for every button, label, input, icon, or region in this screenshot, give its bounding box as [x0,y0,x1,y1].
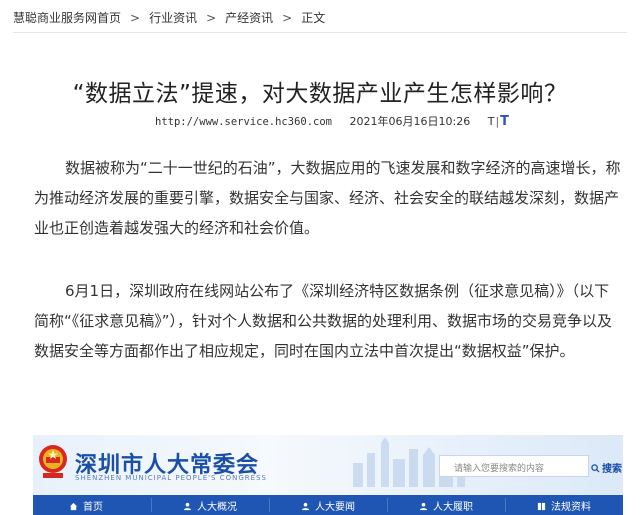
banner-subtitle: SHENZHEN MUNICIPAL PEOPLE'S CONGRESS [75,474,267,482]
home-icon [69,502,78,511]
nav-divider [505,498,506,512]
breadcrumb-separator: > [206,11,217,25]
nav-item-regulations[interactable]: 法规资料 [537,498,591,513]
font-large-button[interactable]: T [500,114,509,129]
font-small-button[interactable]: T [488,115,495,128]
header-divider [13,32,627,33]
font-size-separator: | [495,115,500,128]
breadcrumb: 慧聪商业服务网首页 > 行业资讯 > 产经资讯 > 正文 [13,9,325,26]
person-icon [183,502,192,511]
banner-search-input[interactable]: 请输入您要搜索的内容 [439,455,589,477]
nav-item-overview[interactable]: 人大概况 [183,498,237,513]
nav-divider [269,498,270,512]
article-title: “数据立法”提速，对大数据产业产生怎样影响？ [72,81,568,107]
nav-item-label: 人大履职 [433,502,473,513]
breadcrumb-economy-news-link[interactable]: 产经资讯 [225,11,273,25]
nav-item-duties[interactable]: 人大履职 [419,498,473,513]
banner-search-button[interactable]: 搜索 [591,455,622,477]
article-image-banner: 深圳市人大常委会 SHENZHEN MUNICIPAL PEOPLE'S CON… [33,435,623,515]
banner-search-label: 搜索 [602,464,622,475]
font-size-switcher: T|T [488,114,509,129]
article-meta: http://www.service.hc360.com 2021年06月16日… [155,113,509,129]
nav-item-label: 法规资料 [551,502,591,513]
source-url-link[interactable]: http://www.service.hc360.com [155,116,332,128]
breadcrumb-industry-news-link[interactable]: 行业资讯 [149,11,197,25]
search-icon [591,464,600,473]
nav-item-label: 首页 [83,502,103,513]
book-icon [537,502,546,511]
nav-item-home[interactable]: 首页 [69,498,103,513]
nav-item-label: 人大概况 [197,502,237,513]
nav-divider [387,498,388,512]
article-paragraph-2: 6月1日，深圳政府在线网站公布了《深圳经济特区数据条例（征求意见稿）》（以下简称… [34,282,613,360]
breadcrumb-current: 正文 [301,11,326,25]
national-emblem-icon [39,445,67,478]
breadcrumb-separator: > [130,11,141,25]
nav-item-news[interactable]: 人大要闻 [301,498,355,513]
article-paragraph-1: 数据被称为“二十一世纪的石油”，大数据应用的飞速发展和数字经济的高速增长，称为推… [34,159,621,237]
breadcrumb-home-link[interactable]: 慧聪商业服务网首页 [13,11,121,25]
banner-nav-bar: 首页 人大概况 人大要闻 人大履职 法规资料 [33,495,623,515]
person-icon [419,502,428,511]
nav-item-label: 人大要闻 [315,502,355,513]
breadcrumb-separator: > [282,11,293,25]
publish-date: 2021年06月16日10:26 [349,115,471,128]
nav-divider [151,498,152,512]
person-icon [301,502,310,511]
